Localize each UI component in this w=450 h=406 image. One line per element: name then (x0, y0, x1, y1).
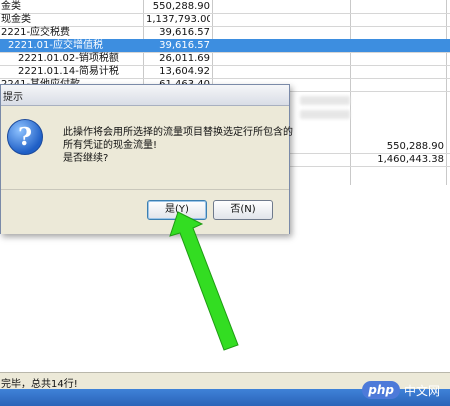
status-text: 完毕，总共14行! (1, 379, 78, 390)
watermark-logo: php 中文网 (362, 378, 440, 402)
logo-php: php (362, 381, 400, 399)
logo-site: 中文网 (403, 383, 440, 398)
annotation-arrow-icon (169, 211, 239, 351)
